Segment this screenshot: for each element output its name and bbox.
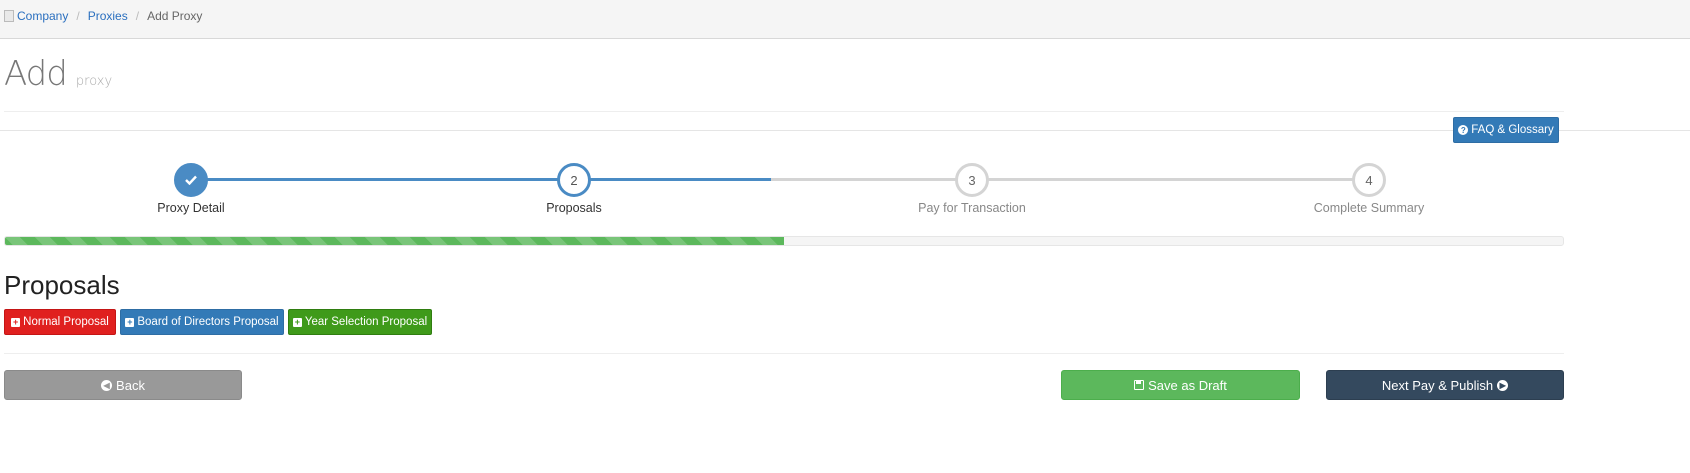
- page-title: Add proxy: [4, 54, 112, 94]
- page-title-main: Add: [4, 54, 68, 94]
- back-button[interactable]: ◀ Back: [4, 370, 242, 400]
- arrow-circle-right-icon: ▶: [1497, 379, 1509, 391]
- wizard-step-3-label[interactable]: Pay for Transaction: [872, 201, 1072, 215]
- breadcrumb-proxies-link[interactable]: Proxies: [88, 9, 128, 23]
- wizard-line-completed: [191, 178, 771, 181]
- year-selection-proposal-button[interactable]: + Year Selection Proposal: [288, 309, 432, 335]
- wizard-step-1-label[interactable]: Proxy Detail: [91, 201, 291, 215]
- next-pay-publish-label: Next Pay & Publish: [1381, 377, 1494, 393]
- check-icon: [185, 175, 197, 185]
- plus-square-icon: +: [11, 316, 21, 327]
- wizard-step-2-label[interactable]: Proposals: [474, 201, 674, 215]
- divider: [4, 111, 1564, 112]
- faq-glossary-button[interactable]: ? FAQ & Glossary: [1453, 117, 1559, 143]
- save-as-draft-label: Save as Draft: [1148, 377, 1227, 393]
- plus-square-icon: +: [292, 316, 302, 327]
- company-icon: [4, 10, 14, 22]
- arrow-circle-left-icon: ◀: [101, 379, 113, 391]
- floppy-disk-icon: [1134, 380, 1145, 390]
- wizard-step-2[interactable]: 2: [557, 163, 591, 197]
- wizard-step-4[interactable]: 4: [1352, 163, 1386, 197]
- question-circle-icon: ?: [1458, 125, 1469, 135]
- breadcrumb-company-link[interactable]: Company: [17, 9, 68, 23]
- wizard-progress-bar: [4, 236, 1564, 246]
- breadcrumb-separator: /: [76, 9, 80, 23]
- wizard-step-4-label[interactable]: Complete Summary: [1269, 201, 1469, 215]
- normal-proposal-button[interactable]: + Normal Proposal: [4, 309, 116, 335]
- faq-glossary-label: FAQ & Glossary: [1471, 124, 1554, 136]
- back-label: Back: [116, 377, 145, 393]
- next-pay-publish-button[interactable]: Next Pay & Publish ▶: [1326, 370, 1564, 400]
- page-title-sub: proxy: [75, 74, 113, 89]
- board-of-directors-proposal-label: Board of Directors Proposal: [137, 316, 279, 328]
- breadcrumb: Company / Proxies / Add Proxy: [4, 9, 202, 23]
- breadcrumb-separator: /: [135, 9, 140, 23]
- wizard-step-1[interactable]: [174, 163, 208, 197]
- wizard-progress-fill: [5, 237, 784, 245]
- year-selection-proposal-label: Year Selection Proposal: [304, 316, 428, 328]
- divider: [4, 353, 1564, 354]
- proposals-heading: Proposals: [4, 270, 120, 300]
- board-of-directors-proposal-button[interactable]: + Board of Directors Proposal: [120, 309, 284, 335]
- normal-proposal-label: Normal Proposal: [23, 316, 109, 328]
- save-as-draft-button[interactable]: Save as Draft: [1061, 370, 1300, 400]
- wizard-step-3[interactable]: 3: [955, 163, 989, 197]
- top-bar: Company / Proxies / Add Proxy: [0, 0, 1690, 39]
- plus-square-icon: +: [125, 316, 135, 327]
- wizard-line-pending: [771, 178, 1368, 181]
- divider: [0, 130, 1690, 131]
- breadcrumb-current: Add Proxy: [147, 9, 203, 23]
